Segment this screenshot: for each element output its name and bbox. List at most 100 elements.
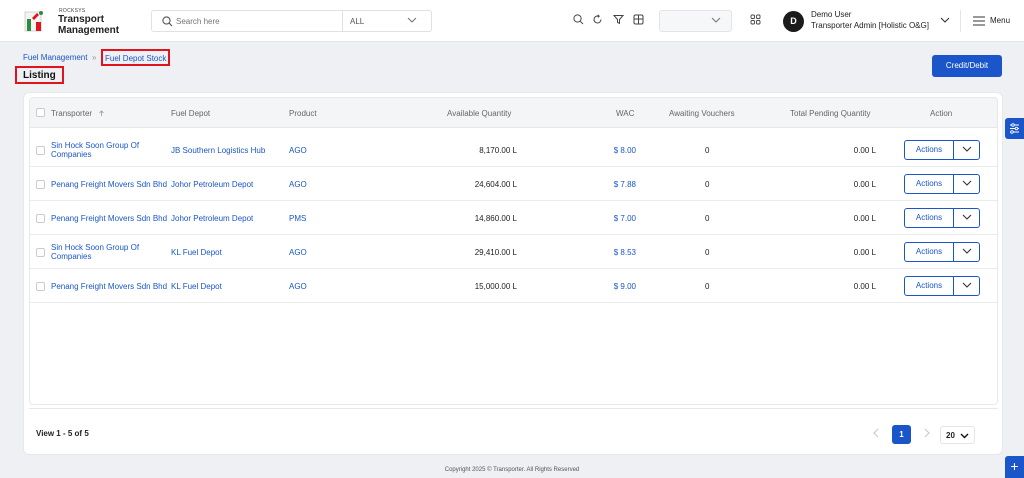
- actions-button[interactable]: Actions: [905, 141, 954, 159]
- transporter-link[interactable]: Sin Hock Soon Group Of: [51, 141, 139, 150]
- col-transporter[interactable]: Transporter: [51, 109, 92, 118]
- credit-debit-button[interactable]: Credit/Debit: [932, 55, 1002, 77]
- sort-icon[interactable]: [99, 110, 104, 119]
- transporter-link[interactable]: Sin Hock Soon Group Of: [51, 243, 139, 252]
- search-divider: [342, 11, 343, 31]
- chevron-right-icon[interactable]: [923, 428, 930, 440]
- listing-card: Transporter Fuel Depot Product Available…: [23, 92, 1003, 455]
- footer-copyright: Copyright 2025 © Transporter. All Rights…: [444, 467, 580, 473]
- chevron-down-icon[interactable]: [962, 248, 972, 257]
- page-size-value: 20: [946, 431, 955, 440]
- wac-link[interactable]: $ 8.53: [586, 248, 636, 257]
- product-link[interactable]: AGO: [289, 248, 307, 257]
- col-product: Product: [289, 109, 317, 118]
- wac-link[interactable]: $ 7.88: [586, 180, 636, 189]
- chevron-down-icon[interactable]: [962, 180, 972, 189]
- avatar[interactable]: D: [783, 11, 804, 32]
- pending-quantity: 0.00 L: [853, 146, 876, 155]
- filter-icon[interactable]: [612, 14, 625, 27]
- transporter-link-line2[interactable]: Companies: [51, 150, 91, 159]
- awaiting-vouchers: 0: [705, 146, 710, 155]
- actions-dropdown[interactable]: Actions: [904, 208, 980, 228]
- actions-dropdown[interactable]: Actions: [904, 276, 980, 296]
- actions-dropdown[interactable]: Actions: [904, 242, 980, 262]
- awaiting-vouchers: 0: [705, 248, 710, 257]
- actions-button[interactable]: Actions: [905, 175, 954, 193]
- stock-table: Transporter Fuel Depot Product Available…: [29, 97, 998, 405]
- apps-grid-icon[interactable]: [750, 14, 761, 27]
- table-row: Sin Hock Soon Group Of Companies KL Fuel…: [30, 235, 997, 269]
- product-link[interactable]: AGO: [289, 282, 307, 291]
- breadcrumb-parent-link[interactable]: Fuel Management: [23, 53, 87, 62]
- wac-link[interactable]: $ 9.00: [586, 282, 636, 291]
- row-checkbox[interactable]: [36, 214, 45, 223]
- user-name[interactable]: Demo User: [811, 10, 851, 19]
- col-action: Action: [930, 109, 953, 118]
- col-fuel-depot: Fuel Depot: [171, 109, 211, 118]
- app-logo-icon[interactable]: [24, 9, 46, 33]
- search-scope-select[interactable]: ALL: [350, 17, 364, 26]
- col-awaiting-vouchers: Awaiting Vouchers: [669, 109, 735, 118]
- add-icon[interactable]: +: [1005, 456, 1024, 478]
- wac-link[interactable]: $ 8.00: [586, 146, 636, 155]
- available-quantity: 8,170.00 L: [479, 146, 517, 155]
- actions-button[interactable]: Actions: [905, 209, 954, 227]
- fuel-depot-link[interactable]: Johor Petroleum Depot: [171, 214, 253, 223]
- search-icon[interactable]: [573, 14, 584, 27]
- search-input[interactable]: [176, 13, 336, 29]
- row-checkbox[interactable]: [36, 180, 45, 189]
- chevron-down-icon: [960, 433, 969, 439]
- fuel-depot-link[interactable]: JB Southern Logistics Hub: [171, 146, 265, 155]
- refresh-icon[interactable]: [592, 14, 603, 27]
- actions-button[interactable]: Actions: [905, 243, 954, 261]
- pending-quantity: 0.00 L: [853, 214, 876, 223]
- transporter-link[interactable]: Penang Freight Movers Sdn Bhd: [51, 180, 167, 189]
- actions-dropdown[interactable]: Actions: [904, 140, 980, 160]
- fuel-depot-link[interactable]: Johor Petroleum Depot: [171, 180, 253, 189]
- available-quantity: 14,860.00 L: [474, 214, 517, 223]
- fuel-depot-link[interactable]: KL Fuel Depot: [171, 248, 222, 257]
- chevron-down-icon[interactable]: [407, 17, 417, 26]
- menu-button[interactable]: Menu: [990, 16, 1010, 25]
- col-available-quantity: Available Quantity: [447, 109, 512, 118]
- page-button-current[interactable]: 1: [892, 425, 911, 444]
- row-checkbox[interactable]: [36, 248, 45, 257]
- product-link[interactable]: PMS: [289, 214, 306, 223]
- fuel-depot-link[interactable]: KL Fuel Depot: [171, 282, 222, 291]
- settings-sliders-icon[interactable]: [1005, 118, 1024, 139]
- row-checkbox[interactable]: [36, 282, 45, 291]
- chevron-left-icon[interactable]: [873, 428, 880, 440]
- actions-dropdown[interactable]: Actions: [904, 174, 980, 194]
- actions-button[interactable]: Actions: [905, 277, 954, 295]
- transporter-link[interactable]: Penang Freight Movers Sdn Bhd: [51, 214, 167, 223]
- transporter-link[interactable]: Penang Freight Movers Sdn Bhd: [51, 282, 167, 291]
- page-title: Listing: [15, 66, 64, 84]
- hamburger-icon[interactable]: [973, 16, 985, 28]
- select-all-checkbox[interactable]: [36, 108, 45, 117]
- product-link[interactable]: AGO: [289, 180, 307, 189]
- columns-icon[interactable]: [633, 14, 644, 27]
- chevron-down-icon[interactable]: [962, 282, 972, 291]
- table-row: Penang Freight Movers Sdn Bhd Johor Petr…: [30, 201, 997, 235]
- record-summary: View 1 - 5 of 5: [36, 429, 89, 438]
- chevron-down-icon[interactable]: [962, 214, 972, 223]
- context-select[interactable]: [659, 10, 732, 32]
- chevron-down-icon[interactable]: [962, 146, 972, 155]
- logo-title-line2: Management: [58, 25, 120, 36]
- table-row: Sin Hock Soon Group Of Companies JB Sout…: [30, 133, 997, 167]
- logo-title-line1: Transport: [58, 14, 105, 25]
- page-size-select[interactable]: 20: [940, 426, 975, 444]
- user-role[interactable]: Transporter Admin [Holistic O&G]: [811, 21, 929, 30]
- breadcrumb-current[interactable]: Fuel Depot Stock: [101, 49, 171, 66]
- col-total-pending-quantity: Total Pending Quantity: [790, 109, 871, 118]
- awaiting-vouchers: 0: [705, 214, 710, 223]
- transporter-link-line2[interactable]: Companies: [51, 252, 91, 261]
- pending-quantity: 0.00 L: [853, 248, 876, 257]
- row-checkbox[interactable]: [36, 146, 45, 155]
- search-icon: [162, 16, 173, 29]
- wac-link[interactable]: $ 7.00: [586, 214, 636, 223]
- breadcrumb-separator-icon: »: [92, 53, 97, 62]
- chevron-down-icon[interactable]: [940, 17, 950, 26]
- product-link[interactable]: AGO: [289, 146, 307, 155]
- available-quantity: 29,410.00 L: [474, 248, 517, 257]
